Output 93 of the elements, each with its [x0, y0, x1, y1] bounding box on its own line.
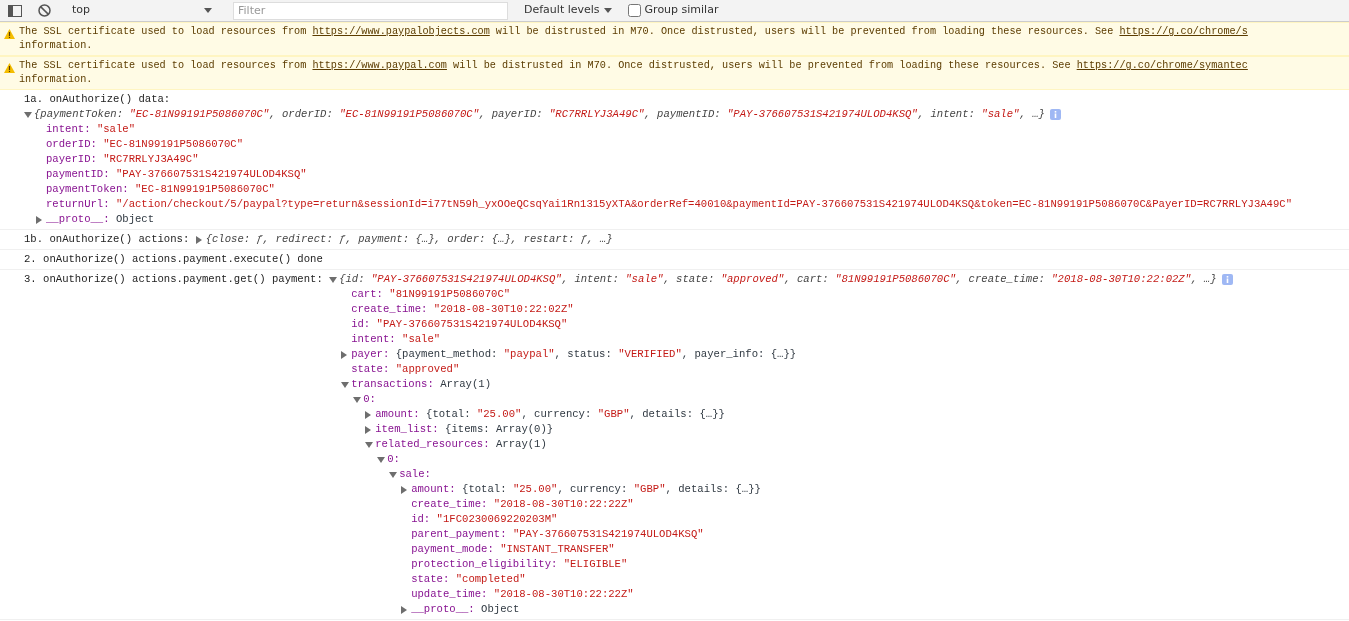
property-key: intent: — [46, 122, 91, 137]
property-value: "EC-81N99191P5086070C" — [103, 137, 244, 152]
property-value: "ELIGIBLE" — [563, 557, 628, 572]
expand-arrow-icon[interactable] — [329, 276, 338, 283]
property-value: "PAY-376607531S421974ULOD4KSQ" — [115, 167, 307, 182]
property-key: protection_eligibility: — [411, 557, 558, 572]
property-value: "approved" — [395, 362, 460, 377]
object-preview: {paymentToken: "EC-81N99191P5086070C", orderID: "EC-81N99191P5086070C", payerID: "RC7RRLYJ3A49C", paymentID: "PAY-376607531S421974ULOD4KSQ", intent: "sale", …} — [34, 107, 1045, 122]
warning-text: The SSL certificate used to load resources from https://www.paypal.com will be distrusted in M70. Once distrusted, users will be prevented from loading these resources. See https://g.co/chrome/symantec information. — [19, 59, 1248, 87]
object-preview: {total: "25.00", currency: "GBP", details: {…}} — [426, 407, 725, 422]
property-key: cart: — [351, 287, 383, 302]
property-key: state: — [351, 362, 390, 377]
property-key: intent: — [351, 332, 396, 347]
property-value: "81N99191P5086070C" — [389, 287, 511, 302]
property-key: id: — [351, 317, 371, 332]
property-value: "2018-08-30T10:22:22Z" — [493, 587, 634, 602]
expand-arrow-icon[interactable] — [353, 396, 362, 403]
property-value: "PAY-376607531S421974ULOD4KSQ" — [376, 317, 568, 332]
context-select[interactable]: top — [67, 1, 217, 20]
expand-arrow-icon[interactable] — [365, 410, 372, 419]
property-key: paymentID: — [46, 167, 110, 182]
object-preview: {payment_method: "paypal", status: "VERIFIED", payer_info: {…}} — [395, 347, 797, 362]
property-key: sale: — [399, 467, 431, 482]
property-value: Array(1) — [440, 377, 492, 392]
warning-text: The SSL certificate used to load resources from https://www.paypalobjects.com will be distrusted in M70. Once distrusted, users will be prevented from loading these resources. See https://g.co/chrome/s information. — [19, 25, 1248, 53]
property-key: orderID: — [46, 137, 97, 152]
filter-field[interactable]: Filter — [233, 1, 508, 20]
property-value: "sale" — [402, 332, 441, 347]
warning-link[interactable]: https://g.co/chrome/s — [1119, 26, 1248, 37]
property-key: amount: — [411, 482, 456, 497]
log-text: 2. onAuthorize() actions.payment.execute() done — [24, 252, 323, 267]
object-preview: {total: "25.00", currency: "GBP", details: {…}} — [462, 482, 761, 497]
expand-arrow-icon[interactable] — [377, 456, 386, 463]
property-value: "EC-81N99191P5086070C" — [135, 182, 275, 197]
property-key: transactions: — [351, 377, 434, 392]
log-text: 3. onAuthorize() actions.payment.get() payment: — [24, 272, 323, 287]
warning-icon — [4, 63, 15, 73]
expand-arrow-icon[interactable] — [341, 350, 348, 359]
warning-link[interactable]: https://www.paypalobjects.com — [312, 26, 490, 37]
property-value: "2018-08-30T10:22:22Z" — [493, 497, 634, 512]
property-value: "INSTANT_TRANSFER" — [500, 542, 615, 557]
caret-icon[interactable] — [603, 8, 612, 13]
expand-arrow-icon[interactable] — [341, 381, 350, 388]
object-preview: {items: Array(0)} — [445, 422, 554, 437]
sidebar-toggle-icon[interactable] — [8, 4, 22, 17]
group-similar-checkbox[interactable] — [627, 4, 641, 17]
expand-arrow-icon[interactable] — [401, 605, 408, 614]
property-key: returnUrl: — [46, 197, 110, 212]
property-key: item_list: — [375, 422, 439, 437]
property-key: parent_payment: — [411, 527, 507, 542]
property-key: paymentToken: — [46, 182, 129, 197]
property-value: "1FC0230069220203M" — [436, 512, 558, 527]
property-key: state: — [411, 572, 450, 587]
property-value: Object — [115, 212, 155, 227]
expand-arrow-icon[interactable] — [389, 471, 398, 478]
expand-arrow-icon[interactable] — [365, 425, 372, 434]
group-similar-label: Group similar — [644, 2, 719, 19]
property-key: __proto__: — [411, 602, 475, 617]
property-key: payerID: — [46, 152, 97, 167]
property-key: __proto__: — [46, 212, 110, 227]
caret-icon[interactable] — [204, 8, 212, 13]
expand-arrow-icon[interactable] — [24, 111, 32, 118]
clear-console-icon[interactable] — [38, 4, 51, 17]
property-value: "PAY-376607531S421974ULOD4KSQ" — [512, 527, 704, 542]
expand-arrow-icon[interactable] — [36, 215, 42, 224]
warning-icon — [4, 29, 15, 39]
warning-link[interactable]: https://www.paypal.com — [312, 60, 447, 71]
property-value: "RC7RRLYJ3A49C" — [103, 152, 199, 167]
property-key: create_time: — [351, 302, 428, 317]
property-key: update_time: — [411, 587, 488, 602]
property-value: "/action/checkout/5/paypal?type=return&sessionId=i77tN59h_yxOOeQCsqYai1Rn1315yXTA&orderRef=40010&paymentId=PAY-376607531S421974ULOD4KSQ&token=EC-81N99191P5086070C&PayerID=RC7RRLYJ3A49C" — [115, 197, 1293, 212]
expand-arrow-icon[interactable] — [401, 485, 408, 494]
property-key: amount: — [375, 407, 420, 422]
log-text: 1a. onAuthorize() data: — [24, 92, 171, 107]
property-key: 0: — [363, 392, 376, 407]
levels-dropdown[interactable]: Default levels — [524, 2, 612, 19]
warning-link[interactable]: https://g.co/chrome/symantec — [1076, 60, 1248, 71]
object-preview: {id: "PAY-376607531S421974ULOD4KSQ", intent: "sale", state: "approved", cart: "81N99191P5086070C", create_time: "2018-08-30T10:22:02Z", …} — [339, 272, 1217, 287]
property-key: 0: — [387, 452, 400, 467]
object-preview: {close: ƒ, redirect: ƒ, payment: {…}, order: {…}, restart: ƒ, …} — [205, 232, 613, 247]
property-value: "sale" — [96, 122, 136, 137]
property-value: Object — [481, 602, 520, 617]
property-key: payer: — [351, 347, 390, 362]
expand-arrow-icon[interactable] — [195, 235, 202, 244]
property-value: "completed" — [455, 572, 526, 587]
property-key: create_time: — [411, 497, 488, 512]
property-key: related_resources: — [375, 437, 490, 452]
expand-arrow-icon[interactable] — [365, 441, 374, 448]
property-value: "2018-08-30T10:22:02Z" — [433, 302, 574, 317]
log-text: 1b. onAuthorize() actions: — [24, 232, 190, 247]
property-value: Array(1) — [495, 437, 547, 452]
property-key: payment_mode: — [411, 542, 494, 557]
property-key: id: — [411, 512, 431, 527]
